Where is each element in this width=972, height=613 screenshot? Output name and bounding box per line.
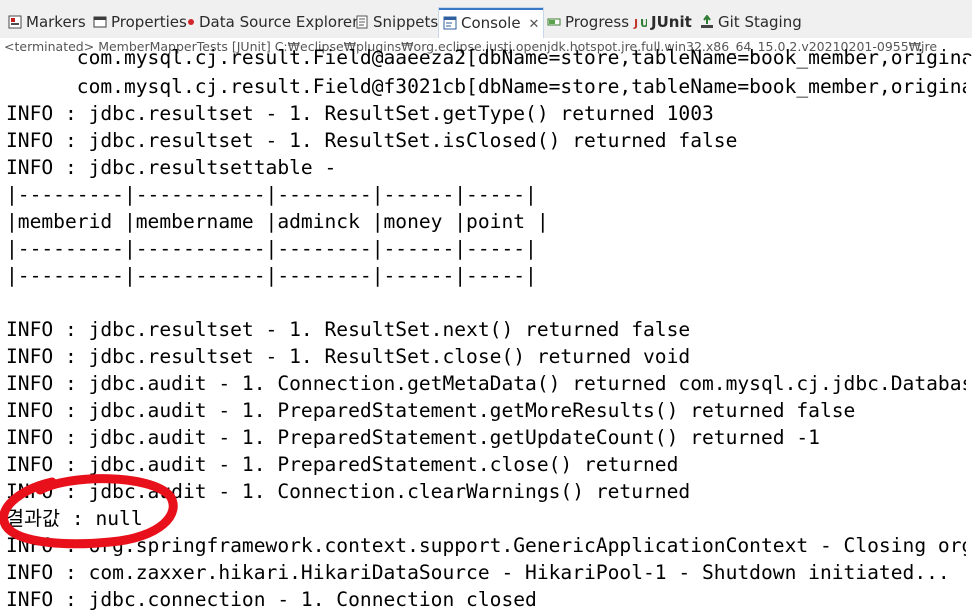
tab-junit[interactable]: JU JUnit [633,9,692,35]
progress-icon [547,11,561,26]
console-line: INFO : jdbc.connection - 1. Connection c… [6,588,537,611]
console-icon [443,10,457,30]
tab-label: Data Source Explorer [199,13,359,31]
console-line: INFO : jdbc.audit - 1. Connection.clearW… [6,480,691,503]
tab-label: Git Staging [718,13,802,31]
console-line: INFO : jdbc.audit - 1. PreparedStatement… [6,453,679,476]
tab-console[interactable]: Console ✕ [438,7,545,39]
tab-data-source-explorer[interactable]: Data Source Explorer [187,9,358,35]
console-line: com.mysql.cj.result.Field@aaeeza2[dbName… [76,48,972,69]
console-line: INFO : jdbc.resultsettable - [6,156,337,179]
console-line: INFO : jdbc.resultset - 1. ResultSet.nex… [6,318,691,341]
tab-markers[interactable]: Markers [8,9,86,35]
view-tab-bar: Markers Properties Data Source Explorer … [0,0,972,39]
console-line: INFO : jdbc.audit - 1. Connection.getMet… [6,372,972,395]
svg-text:U: U [640,17,647,29]
tab-git-staging[interactable]: Git Staging [700,9,802,35]
tab-label: Properties [111,13,187,31]
console-line: INFO : jdbc.resultset - 1. ResultSet.get… [6,102,714,125]
console-line: INFO : jdbc.audit - 1. PreparedStatement… [6,426,820,449]
tab-properties[interactable]: Properties [93,9,187,35]
tab-label: Snippets [373,13,439,31]
console-scrollbar[interactable] [966,56,972,613]
tab-progress[interactable]: Progress [547,9,629,35]
console-line: |memberid |membername |adminck |money |p… [6,210,549,233]
console-line: INFO : com.zaxxer.hikari.HikariDataSourc… [6,561,950,584]
console-line: INFO : jdbc.resultset - 1. ResultSet.isC… [6,129,738,152]
tab-label: Progress [565,13,630,31]
data-source-icon [187,11,195,25]
console-output[interactable]: com.mysql.cj.result.Field@aaeeza2[dbName… [0,48,972,613]
console-line: INFO : jdbc.audit - 1. PreparedStatement… [6,399,856,422]
tab-label: Console [461,14,521,32]
markers-icon [8,11,22,29]
console-line: INFO : org.springframework.context.suppo… [6,534,972,557]
console-line: INFO : jdbc.resultset - 1. ResultSet.clo… [6,345,691,368]
console-line-result: 결과값 : null [6,507,143,530]
git-staging-icon [700,11,714,28]
console-line: |---------|-----------|--------|------|-… [6,264,537,287]
console-line: com.mysql.cj.result.Field@f3021cb[dbName… [76,75,972,98]
junit-icon: JU [633,11,649,30]
console-line: |---------|-----------|--------|------|-… [6,237,537,260]
svg-text:J: J [633,17,638,29]
tab-snippets[interactable]: Snippets [355,9,438,35]
snippets-icon [355,11,369,29]
console-line: |---------|-----------|--------|------|-… [6,183,537,206]
tab-label: JUnit [651,13,692,31]
properties-icon [93,11,107,28]
close-icon[interactable]: ✕ [529,17,540,32]
tab-label: Markers [26,13,86,31]
